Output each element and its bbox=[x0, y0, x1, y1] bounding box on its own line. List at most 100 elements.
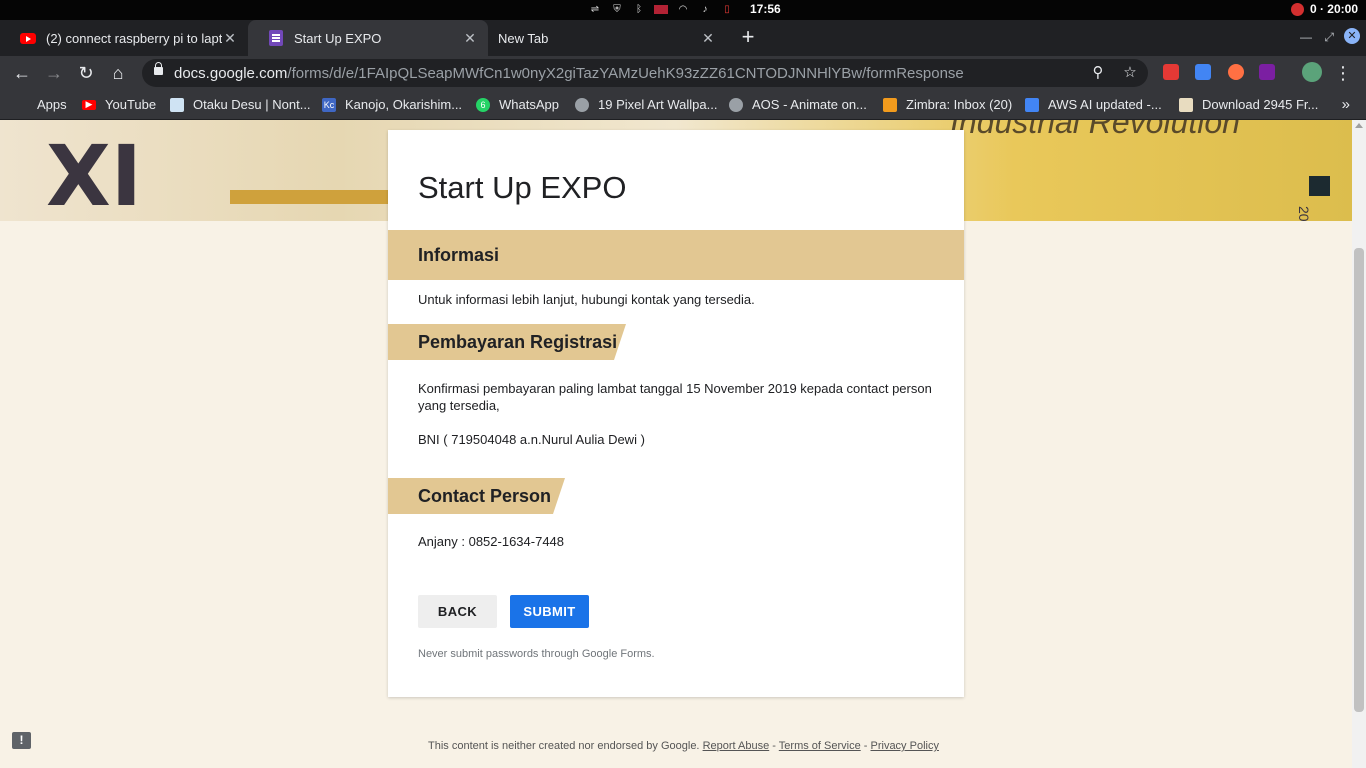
tab-youtube[interactable]: (2) connect raspberry pi to lapto ✕ bbox=[0, 20, 248, 56]
ublock-extension-icon[interactable] bbox=[1163, 64, 1179, 80]
feedback-icon[interactable]: ! bbox=[12, 732, 31, 749]
banner-square bbox=[1309, 176, 1330, 196]
section-heading: Pembayaran Registrasi bbox=[418, 331, 618, 352]
close-tab-icon[interactable]: ✕ bbox=[700, 30, 716, 46]
footer-separator: - bbox=[769, 740, 779, 752]
bookmark-pixel-art[interactable]: 19 Pixel Art Wallpa... bbox=[575, 97, 717, 112]
section-heading: Informasi bbox=[418, 244, 500, 265]
close-window-icon[interactable]: ✕ bbox=[1344, 28, 1360, 44]
bookmarks-bar: Apps ▶ YouTube Otaku Desu | Nont... Kc K… bbox=[0, 90, 1366, 120]
google-forms-icon bbox=[268, 30, 284, 46]
bookmark-label: Apps bbox=[37, 97, 67, 112]
bookmark-label: Download 2945 Fr... bbox=[1202, 97, 1319, 112]
fire-extension-icon[interactable] bbox=[1228, 64, 1244, 80]
globe-icon bbox=[729, 97, 743, 112]
zoom-icon[interactable]: ⚲ bbox=[1088, 63, 1108, 83]
apps-grid-icon bbox=[14, 98, 28, 112]
bluetooth-icon[interactable]: ᛒ bbox=[632, 2, 646, 16]
bookmark-label: Zimbra: Inbox (20) bbox=[906, 97, 1013, 112]
profile-avatar-icon[interactable] bbox=[1302, 62, 1322, 82]
tab-new-tab[interactable]: New Tab ✕ bbox=[478, 20, 726, 56]
translate-extension-icon[interactable] bbox=[1195, 64, 1211, 80]
kebab-menu-icon[interactable]: ⋮ bbox=[1334, 61, 1352, 85]
restore-icon[interactable]: ⤢ bbox=[1324, 30, 1334, 45]
form-title: Start Up EXPO bbox=[418, 170, 627, 205]
minimize-icon[interactable]: — bbox=[1300, 30, 1312, 44]
bookmark-label: Kanojo, Okarishim... bbox=[345, 97, 463, 112]
section-body: BNI ( 719504048 a.n.Nurul Aulia Dewi ) bbox=[418, 432, 645, 447]
close-tab-icon[interactable]: ✕ bbox=[462, 30, 478, 46]
bookmark-apps[interactable]: Apps bbox=[14, 97, 67, 112]
section-body: Konfirmasi pembayaran paling lambat tang… bbox=[418, 381, 932, 413]
section-header-informasi: Informasi bbox=[388, 230, 964, 280]
docs-icon bbox=[1025, 97, 1039, 112]
flag-us-icon[interactable] bbox=[654, 4, 668, 14]
os-clock[interactable]: 17:56 bbox=[750, 2, 781, 16]
scroll-up-arrow-icon[interactable] bbox=[1355, 123, 1363, 128]
bookmark-download[interactable]: Download 2945 Fr... bbox=[1179, 97, 1318, 112]
back-button[interactable]: BACK bbox=[418, 595, 497, 628]
banner-big-text: XI bbox=[46, 127, 143, 221]
zimbra-icon bbox=[883, 97, 897, 112]
bookmark-label: Otaku Desu | Nont... bbox=[193, 97, 311, 112]
bookmark-label: AWS AI updated -... bbox=[1048, 97, 1162, 112]
section-heading: Contact Person bbox=[418, 485, 552, 506]
music-note-icon[interactable]: ♪ bbox=[698, 2, 712, 16]
close-tab-icon[interactable]: ✕ bbox=[222, 30, 238, 46]
bookmark-label: AOS - Animate on... bbox=[752, 97, 867, 112]
forward-arrow-icon[interactable]: → bbox=[42, 61, 66, 85]
password-warning: Never submit passwords through Google Fo… bbox=[418, 648, 655, 660]
address-bar[interactable]: docs.google.com/forms/d/e/1FAIpQLSeapMWf… bbox=[142, 59, 1148, 87]
submit-button[interactable]: SUBMIT bbox=[510, 595, 589, 628]
lock-icon[interactable] bbox=[154, 62, 163, 75]
bookmark-aos[interactable]: AOS - Animate on... bbox=[729, 97, 867, 112]
bookmark-youtube[interactable]: ▶ YouTube bbox=[82, 97, 156, 112]
page-viewport: XI Industrial Revolution 20 Start Up EXP… bbox=[0, 120, 1352, 768]
bookmark-label: YouTube bbox=[105, 97, 157, 112]
page-scrollbar[interactable] bbox=[1352, 120, 1366, 768]
tab-title: Start Up EXPO bbox=[294, 30, 382, 46]
banner-accent-bar bbox=[230, 190, 390, 204]
shield-icon[interactable]: ⛨ bbox=[610, 2, 624, 16]
new-tab-button[interactable]: + bbox=[736, 26, 760, 50]
tomato-icon bbox=[1290, 2, 1304, 16]
bookmark-zimbra[interactable]: Zimbra: Inbox (20) bbox=[883, 97, 1012, 112]
whatsapp-icon: 6 bbox=[476, 97, 490, 112]
os-tray: ⇌ ⛨ ᛒ ◠ ♪ ▯ 17:56 bbox=[588, 2, 781, 16]
reload-icon[interactable]: ↻ bbox=[74, 61, 98, 85]
more-bookmarks-icon[interactable]: » bbox=[1342, 96, 1350, 113]
footer-separator: - bbox=[860, 740, 871, 752]
tab-strip: (2) connect raspberry pi to lapto ✕ Star… bbox=[0, 20, 1366, 56]
footer-disclaimer: This content is neither created nor endo… bbox=[428, 740, 700, 752]
network-arrows-icon[interactable]: ⇌ bbox=[588, 2, 602, 16]
back-arrow-icon[interactable]: ← bbox=[10, 61, 34, 85]
purple-extension-icon[interactable] bbox=[1259, 64, 1275, 80]
tab-title: New Tab bbox=[498, 30, 549, 46]
home-icon[interactable]: ⌂ bbox=[106, 61, 130, 85]
banner-tagline: Industrial Revolution bbox=[950, 120, 1240, 140]
section-header-pembayaran: Pembayaran Registrasi bbox=[388, 324, 617, 360]
pomodoro-timer: 0 · 20:00 bbox=[1309, 2, 1358, 16]
banner-tiny-text: 20 bbox=[1296, 206, 1312, 221]
section-body: Untuk informasi lebih lanjut, hubungi ko… bbox=[418, 292, 755, 307]
terms-of-service-link[interactable]: Terms of Service bbox=[779, 740, 861, 752]
scroll-thumb[interactable] bbox=[1354, 248, 1364, 712]
bookmark-kanojo[interactable]: Kc Kanojo, Okarishim... bbox=[322, 97, 462, 112]
section-body: Anjany : 0852-1634-7448 bbox=[418, 534, 565, 549]
browser-toolbar: ← → ↻ ⌂ docs.google.com/forms/d/e/1FAIpQ… bbox=[0, 56, 1366, 90]
bookmark-aws-ai[interactable]: AWS AI updated -... bbox=[1025, 97, 1162, 112]
bookmark-otakudesu[interactable]: Otaku Desu | Nont... bbox=[170, 97, 311, 112]
download-site-icon bbox=[1179, 97, 1193, 112]
tab-start-up-expo[interactable]: Start Up EXPO ✕ bbox=[248, 20, 488, 56]
bookmark-star-icon[interactable]: ☆ bbox=[1120, 63, 1140, 83]
bookmark-whatsapp[interactable]: 6 WhatsApp bbox=[476, 97, 559, 112]
url-text[interactable]: docs.google.com/forms/d/e/1FAIpQLSeapMWf… bbox=[174, 65, 964, 82]
wifi-icon[interactable]: ◠ bbox=[676, 2, 690, 16]
otakudesu-icon bbox=[170, 97, 184, 112]
pomodoro-widget[interactable]: 0 · 20:00 bbox=[1290, 2, 1358, 16]
privacy-policy-link[interactable]: Privacy Policy bbox=[871, 740, 939, 752]
os-top-bar: ⇌ ⛨ ᛒ ◠ ♪ ▯ 17:56 0 · 20:00 bbox=[0, 0, 1366, 20]
bookmark-label: 19 Pixel Art Wallpa... bbox=[598, 97, 718, 112]
battery-icon[interactable]: ▯ bbox=[720, 2, 734, 16]
report-abuse-link[interactable]: Report Abuse bbox=[703, 740, 770, 752]
